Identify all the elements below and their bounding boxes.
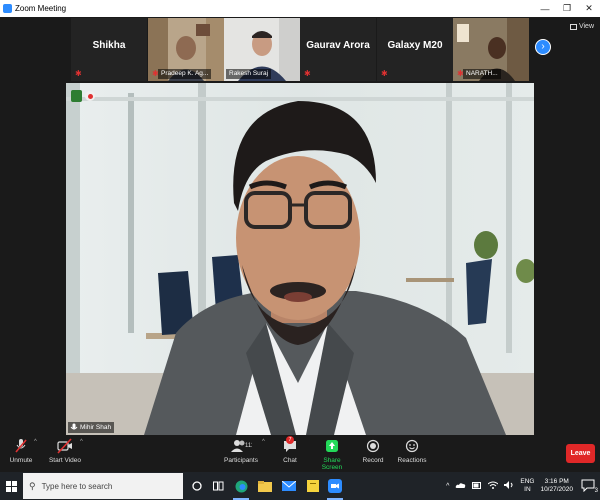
mic-icon (70, 423, 78, 430)
start-video-label: Start Video (48, 457, 82, 464)
reactions-button[interactable]: Reactions (397, 438, 427, 471)
participant-tile-gaurav[interactable]: Gaurav Arora ✱ (300, 18, 376, 81)
system-tray: ^ ENG IN 3:16 PM 10/27/2020 3 (446, 472, 600, 500)
participants-button[interactable]: 111 Participants (222, 438, 260, 471)
minimize-icon[interactable]: — (534, 0, 556, 17)
input-language-indicator[interactable]: ENG IN (520, 478, 534, 494)
muted-mic-icon: ✱ (381, 69, 388, 78)
chat-label: Chat (283, 457, 297, 464)
task-view-icon[interactable] (208, 475, 230, 497)
taskbar-clock[interactable]: 3:16 PM 10/27/2020 (540, 478, 573, 494)
zoom-app-icon (3, 4, 12, 13)
windows-taskbar: ⚲ Type here to search ^ ENG IN 3:16 PM 1… (0, 472, 600, 500)
battery-icon[interactable] (472, 481, 482, 491)
notification-count: 3 (594, 488, 598, 494)
participant-label: Pradeep K. Ag... (158, 69, 212, 79)
record-label: Record (362, 457, 384, 464)
taskbar-search-box[interactable]: ⚲ Type here to search (23, 473, 183, 499)
unmute-button[interactable]: Unmute (6, 438, 36, 471)
cortana-icon[interactable] (186, 475, 208, 497)
show-hidden-icons-chevron[interactable]: ^ (446, 483, 449, 490)
speaker-name-label: Mihir Shah (68, 422, 115, 433)
start-video-button[interactable]: Start Video (46, 438, 84, 471)
muted-microphone-icon (6, 438, 36, 454)
sticky-notes-icon[interactable] (302, 475, 324, 497)
participant-tile-rakesh[interactable]: Rakesh Suraj (224, 18, 300, 81)
unmute-label: Unmute (9, 457, 33, 464)
zoom-taskbar-icon[interactable] (324, 475, 346, 500)
wifi-icon[interactable] (488, 481, 499, 491)
search-placeholder: Type here to search (41, 481, 113, 491)
reactions-label: Reactions (397, 457, 427, 464)
mail-icon[interactable] (278, 475, 300, 497)
view-button[interactable]: View (569, 23, 594, 30)
language-code: ENG (520, 478, 535, 485)
participants-label: Participants (224, 457, 258, 464)
meeting-toolbar: Unmute ^ Start Video ^ 111 Participants … (0, 435, 600, 472)
leave-button[interactable]: Leave (566, 444, 595, 463)
participant-name: Shikha (92, 40, 126, 51)
participant-tile-shikha[interactable]: Shikha ✱ (71, 18, 147, 81)
active-speaker-video: Mihir Shah (66, 83, 534, 435)
participant-name: Galaxy M20 (387, 40, 443, 51)
gallery-view-icon (569, 23, 577, 30)
video-off-icon (46, 438, 84, 454)
muted-mic-icon: ✱ (304, 69, 311, 78)
video-options-caret[interactable]: ^ (80, 439, 83, 445)
recording-status-icon (85, 91, 95, 101)
language-region: IN (524, 486, 531, 493)
svg-text:111: 111 (245, 443, 252, 449)
edge-browser-icon[interactable] (230, 475, 252, 500)
record-button[interactable]: Record (361, 438, 385, 471)
restore-icon[interactable]: ❐ (556, 0, 578, 17)
speaker-name: Mihir Shah (80, 424, 112, 431)
windows-logo-icon (5, 480, 17, 492)
next-page-button[interactable]: › (535, 39, 551, 55)
share-screen-icon (313, 438, 351, 454)
chat-icon: 7 (279, 436, 301, 454)
close-icon[interactable]: ✕ (578, 0, 600, 17)
search-icon: ⚲ (29, 480, 36, 491)
record-icon (361, 438, 385, 454)
windows-start-button[interactable] (0, 472, 22, 500)
window-title: Zoom Meeting (15, 4, 67, 13)
gallery-strip: Shikha ✱ ✱ Pradeep K. Ag... Rakesh Suraj… (0, 17, 600, 82)
participants-options-caret[interactable]: ^ (262, 439, 265, 445)
share-screen-button[interactable]: Share Screen (313, 438, 351, 471)
participants-icon: 111 (222, 438, 260, 454)
participant-label: Rakesh Suraj (226, 69, 272, 79)
participant-tile-pradeep[interactable]: ✱ Pradeep K. Ag... (148, 18, 224, 81)
participant-tile-narath[interactable]: ✱ NARATH... (453, 18, 529, 81)
security-shield-icon[interactable] (71, 90, 82, 102)
action-center-icon[interactable]: 3 (581, 478, 598, 494)
clock-time: 3:16 PM (544, 478, 569, 485)
audio-options-caret[interactable]: ^ (34, 439, 37, 445)
participant-label: NARATH... (463, 69, 501, 79)
chat-button[interactable]: 7 Chat (279, 436, 301, 471)
chat-unread-badge: 7 (286, 436, 294, 444)
view-label: View (578, 23, 594, 30)
file-explorer-icon[interactable] (254, 475, 276, 497)
title-bar: Zoom Meeting — ❐ ✕ (0, 0, 600, 17)
onedrive-icon[interactable] (455, 482, 466, 491)
share-screen-label: Share Screen (321, 457, 343, 471)
muted-mic-icon: ✱ (75, 69, 82, 78)
clock-date: 10/27/2020 (540, 486, 573, 493)
volume-icon[interactable] (504, 481, 514, 491)
participant-tile-galaxy[interactable]: Galaxy M20 ✱ (377, 18, 453, 81)
participant-name: Gaurav Arora (306, 40, 370, 51)
zoom-window: Zoom Meeting — ❐ ✕ Shikha ✱ ✱ Pradeep K.… (0, 0, 600, 500)
reactions-icon (397, 438, 427, 454)
speaker-video-frame (66, 83, 534, 435)
